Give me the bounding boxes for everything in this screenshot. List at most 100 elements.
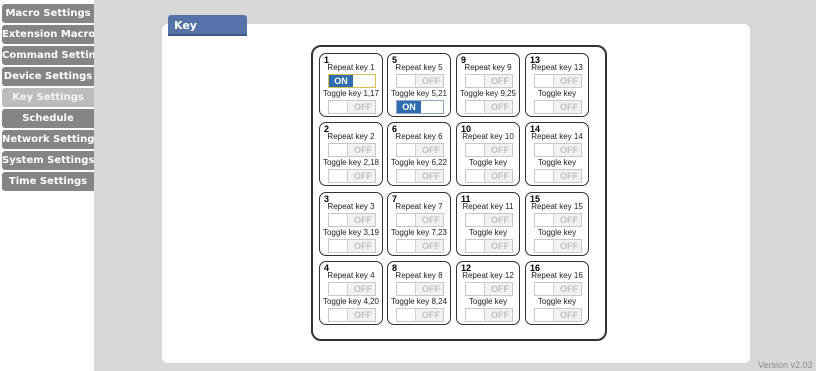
toggle-knob xyxy=(535,75,554,87)
nav-time-settings[interactable]: Time Settings xyxy=(2,172,94,191)
toggle-off-label: OFF xyxy=(354,102,372,112)
toggle-key-label: Toggle key 5,21 xyxy=(390,89,448,98)
sidebar: Macro Settings Extension Macro Command S… xyxy=(0,0,94,371)
toggle-off-label: OFF xyxy=(354,215,372,225)
version-label: Version v2.03 xyxy=(758,360,813,370)
toggle-key-label: Toggle key 4,20 xyxy=(322,297,380,306)
toggle-key-toggle[interactable]: OFF xyxy=(396,239,444,253)
toggle-knob xyxy=(397,144,416,156)
nav-system-settings[interactable]: System Settings xyxy=(2,151,94,170)
toggle-key-toggle[interactable]: OFF xyxy=(534,308,582,322)
toggle-key-toggle[interactable]: OFF xyxy=(465,308,513,322)
repeat-key-toggle[interactable]: OFF xyxy=(534,282,582,296)
repeat-key-label: Repeat key 3 xyxy=(327,202,375,211)
repeat-key-label: Repeat key 14 xyxy=(531,132,583,141)
nav-macro-settings[interactable]: Macro Settings xyxy=(2,4,94,23)
toggle-knob xyxy=(535,101,554,113)
repeat-key-label: Repeat key 5 xyxy=(395,63,443,72)
nav-device-settings[interactable]: Device Settings xyxy=(2,67,94,86)
toggle-key-label: Toggle key xyxy=(468,158,508,167)
key-cell: 16 Repeat key 16 OFF Toggle key OFF xyxy=(525,261,589,325)
toggle-knob xyxy=(466,240,485,252)
key-cell: 13 Repeat key 13 OFF Toggle key OFF xyxy=(525,53,589,117)
toggle-off-label: OFF xyxy=(354,171,372,181)
toggle-knob xyxy=(329,101,348,113)
repeat-key-label: Repeat key 4 xyxy=(327,271,375,280)
toggle-knob xyxy=(466,309,485,321)
toggle-key-toggle[interactable]: OFF xyxy=(534,100,582,114)
toggle-knob xyxy=(329,214,348,226)
toggle-off-label: OFF xyxy=(560,171,578,181)
toggle-knob xyxy=(329,240,348,252)
toggle-key-toggle[interactable]: OFF xyxy=(396,308,444,322)
repeat-key-toggle[interactable]: OFF xyxy=(534,74,582,88)
toggle-key-toggle[interactable]: OFF xyxy=(465,169,513,183)
toggle-knob xyxy=(397,309,416,321)
repeat-key-toggle[interactable]: OFF xyxy=(328,143,376,157)
toggle-knob xyxy=(397,283,416,295)
repeat-key-toggle[interactable]: OFF xyxy=(396,213,444,227)
nav-extension-macro[interactable]: Extension Macro xyxy=(2,25,94,44)
toggle-off-label: OFF xyxy=(422,241,440,251)
toggle-off-label: OFF xyxy=(354,284,372,294)
toggle-key-label: Toggle key 8,24 xyxy=(390,297,448,306)
toggle-off-label: OFF xyxy=(422,310,440,320)
toggle-knob xyxy=(466,283,485,295)
toggle-key-toggle[interactable]: OFF xyxy=(328,100,376,114)
repeat-key-toggle[interactable]: OFF xyxy=(396,282,444,296)
toggle-key-label: Toggle key xyxy=(537,228,577,237)
toggle-knob xyxy=(466,144,485,156)
toggle-key-toggle[interactable]: OFF xyxy=(396,169,444,183)
toggle-knob xyxy=(535,214,554,226)
key-cell: 3 Repeat key 3 OFF Toggle key 3,19 OFF xyxy=(319,192,383,256)
toggle-off-label: OFF xyxy=(491,310,509,320)
repeat-key-toggle[interactable]: OFF xyxy=(465,74,513,88)
nav-network-settings[interactable]: Network Settings xyxy=(2,130,94,149)
toggle-key-toggle[interactable]: OFF xyxy=(534,169,582,183)
toggle-off-label: OFF xyxy=(560,215,578,225)
repeat-key-toggle[interactable]: OFF xyxy=(465,282,513,296)
repeat-key-toggle[interactable]: OFF xyxy=(534,213,582,227)
key-cell: 12 Repeat key 12 OFF Toggle key OFF xyxy=(456,261,520,325)
toggle-on-label: ON xyxy=(397,101,421,113)
toggle-key-label: Toggle key 3,19 xyxy=(322,228,380,237)
toggle-key-toggle[interactable]: OFF xyxy=(534,239,582,253)
nav-schedule[interactable]: Schedule xyxy=(2,109,94,128)
toggle-off-label: OFF xyxy=(422,145,440,155)
toggle-key-toggle[interactable]: OFF xyxy=(465,100,513,114)
key-cell: 11 Repeat key 11 OFF Toggle key OFF xyxy=(456,192,520,256)
nav-command-settings[interactable]: Command Settings xyxy=(2,46,94,65)
nav-key-settings[interactable]: Key Settings xyxy=(2,88,94,107)
toggle-off-label: OFF xyxy=(560,76,578,86)
toggle-key-toggle[interactable]: ON xyxy=(396,100,444,114)
repeat-key-toggle[interactable]: OFF xyxy=(534,143,582,157)
toggle-knob xyxy=(535,144,554,156)
key-cell: 5 Repeat key 5 OFF Toggle key 5,21 ON xyxy=(387,53,451,117)
repeat-key-toggle[interactable]: OFF xyxy=(396,74,444,88)
toggle-key-toggle[interactable]: OFF xyxy=(328,239,376,253)
toggle-key-toggle[interactable]: OFF xyxy=(465,239,513,253)
toggle-off-label: OFF xyxy=(491,241,509,251)
toggle-off-label: OFF xyxy=(560,310,578,320)
repeat-key-toggle[interactable]: OFF xyxy=(328,282,376,296)
toggle-key-label: Toggle key xyxy=(537,158,577,167)
toggle-knob xyxy=(466,214,485,226)
repeat-key-toggle[interactable]: ON xyxy=(328,74,376,88)
toggle-knob xyxy=(466,75,485,87)
repeat-key-toggle[interactable]: OFF xyxy=(396,143,444,157)
toggle-key-toggle[interactable]: OFF xyxy=(328,169,376,183)
toggle-key-label: Toggle key xyxy=(468,228,508,237)
toggle-off-label: OFF xyxy=(422,284,440,294)
repeat-key-toggle[interactable]: OFF xyxy=(328,213,376,227)
repeat-key-toggle[interactable]: OFF xyxy=(465,143,513,157)
toggle-knob xyxy=(535,170,554,182)
key-cell: 10 Repeat key 10 OFF Toggle key OFF xyxy=(456,122,520,186)
repeat-key-label: Repeat key 16 xyxy=(531,271,583,280)
toggle-knob xyxy=(329,309,348,321)
toggle-on-label: ON xyxy=(329,75,353,87)
repeat-key-toggle[interactable]: OFF xyxy=(465,213,513,227)
toggle-key-toggle[interactable]: OFF xyxy=(328,308,376,322)
toggle-knob xyxy=(329,144,348,156)
toggle-off-label: OFF xyxy=(560,145,578,155)
toggle-knob xyxy=(466,170,485,182)
